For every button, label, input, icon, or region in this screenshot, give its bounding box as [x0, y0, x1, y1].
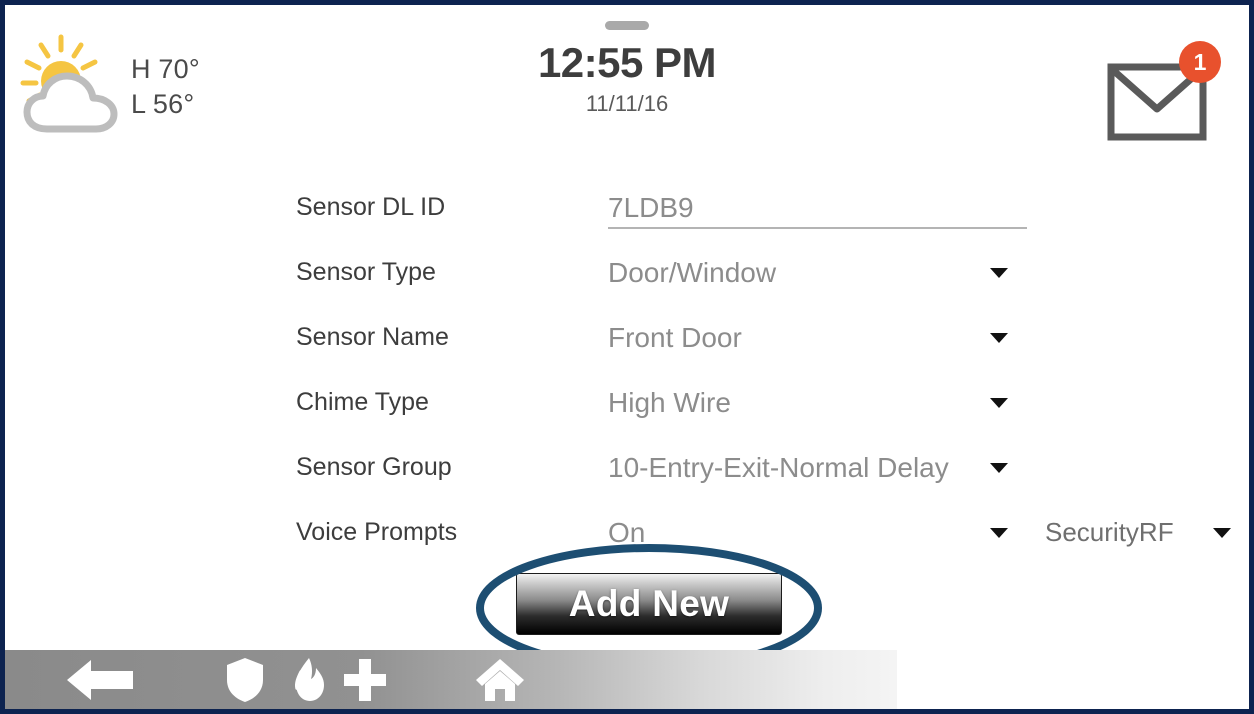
chevron-down-icon[interactable] [990, 267, 1008, 278]
fire-panic-button[interactable] [281, 650, 339, 709]
chevron-down-icon[interactable] [990, 397, 1008, 408]
dropdown-sensor-name[interactable]: Front Door [608, 322, 742, 354]
medical-cross-icon [344, 658, 386, 701]
weather-widget[interactable]: H 70° L 56° [19, 33, 200, 141]
shield-icon [227, 657, 263, 702]
chevron-down-icon[interactable] [1213, 527, 1231, 538]
drawer-handle-icon[interactable] [605, 21, 649, 30]
back-button[interactable] [57, 650, 145, 709]
police-panic-button[interactable] [217, 650, 273, 709]
weather-high: H 70° [131, 54, 200, 85]
dropdown-sensor-type[interactable]: Door/Window [608, 257, 776, 289]
form-row-chime-type: Chime Type High Wire [5, 370, 1249, 435]
back-arrow-icon [67, 659, 133, 700]
weather-temperatures: H 70° L 56° [131, 52, 200, 121]
form-row-sensor-group: Sensor Group 10-Entry-Exit-Normal Delay [5, 435, 1249, 500]
message-count-badge: 1 [1179, 41, 1221, 83]
form-row-sensor-name: Sensor Name Front Door [5, 305, 1249, 370]
touchscreen-panel: H 70° L 56° 12:55 PM 11/11/16 1 Sensor D… [0, 0, 1254, 714]
input-underline [608, 227, 1027, 229]
sensor-form: Sensor DL ID 7LDB9 Sensor Type Door/Wind… [5, 175, 1249, 565]
chevron-down-icon[interactable] [990, 527, 1008, 538]
label-sensor-name: Sensor Name [296, 323, 449, 351]
chevron-down-icon[interactable] [990, 462, 1008, 473]
weather-low: L 56° [131, 89, 195, 119]
dropdown-voice-prompts[interactable]: On [608, 517, 645, 549]
label-sensor-type: Sensor Type [296, 258, 436, 286]
dropdown-chime-type[interactable]: High Wire [608, 387, 731, 419]
form-row-voice-prompts: Voice Prompts On SecurityRF [5, 500, 1249, 565]
label-sensor-dl-id: Sensor DL ID [296, 193, 446, 221]
chevron-down-icon[interactable] [990, 332, 1008, 343]
flame-icon [295, 657, 324, 701]
home-button[interactable] [467, 650, 533, 709]
medical-panic-button[interactable] [335, 650, 395, 709]
form-row-sensor-type: Sensor Type Door/Window [5, 240, 1249, 305]
home-icon [476, 658, 524, 701]
label-chime-type: Chime Type [296, 388, 429, 416]
input-sensor-dl-id[interactable]: 7LDB9 [608, 192, 694, 224]
dropdown-sensor-protocol[interactable]: SecurityRF [1045, 517, 1174, 548]
sun-behind-cloud-icon [19, 33, 127, 141]
messages-button[interactable]: 1 [1105, 41, 1221, 149]
add-new-button[interactable]: Add New [516, 573, 782, 635]
label-sensor-group: Sensor Group [296, 453, 452, 481]
label-voice-prompts: Voice Prompts [296, 518, 458, 546]
dropdown-sensor-group[interactable]: 10-Entry-Exit-Normal Delay [608, 452, 949, 484]
bottom-toolbar [5, 650, 897, 709]
form-row-sensor-dl-id: Sensor DL ID 7LDB9 [5, 175, 1249, 240]
